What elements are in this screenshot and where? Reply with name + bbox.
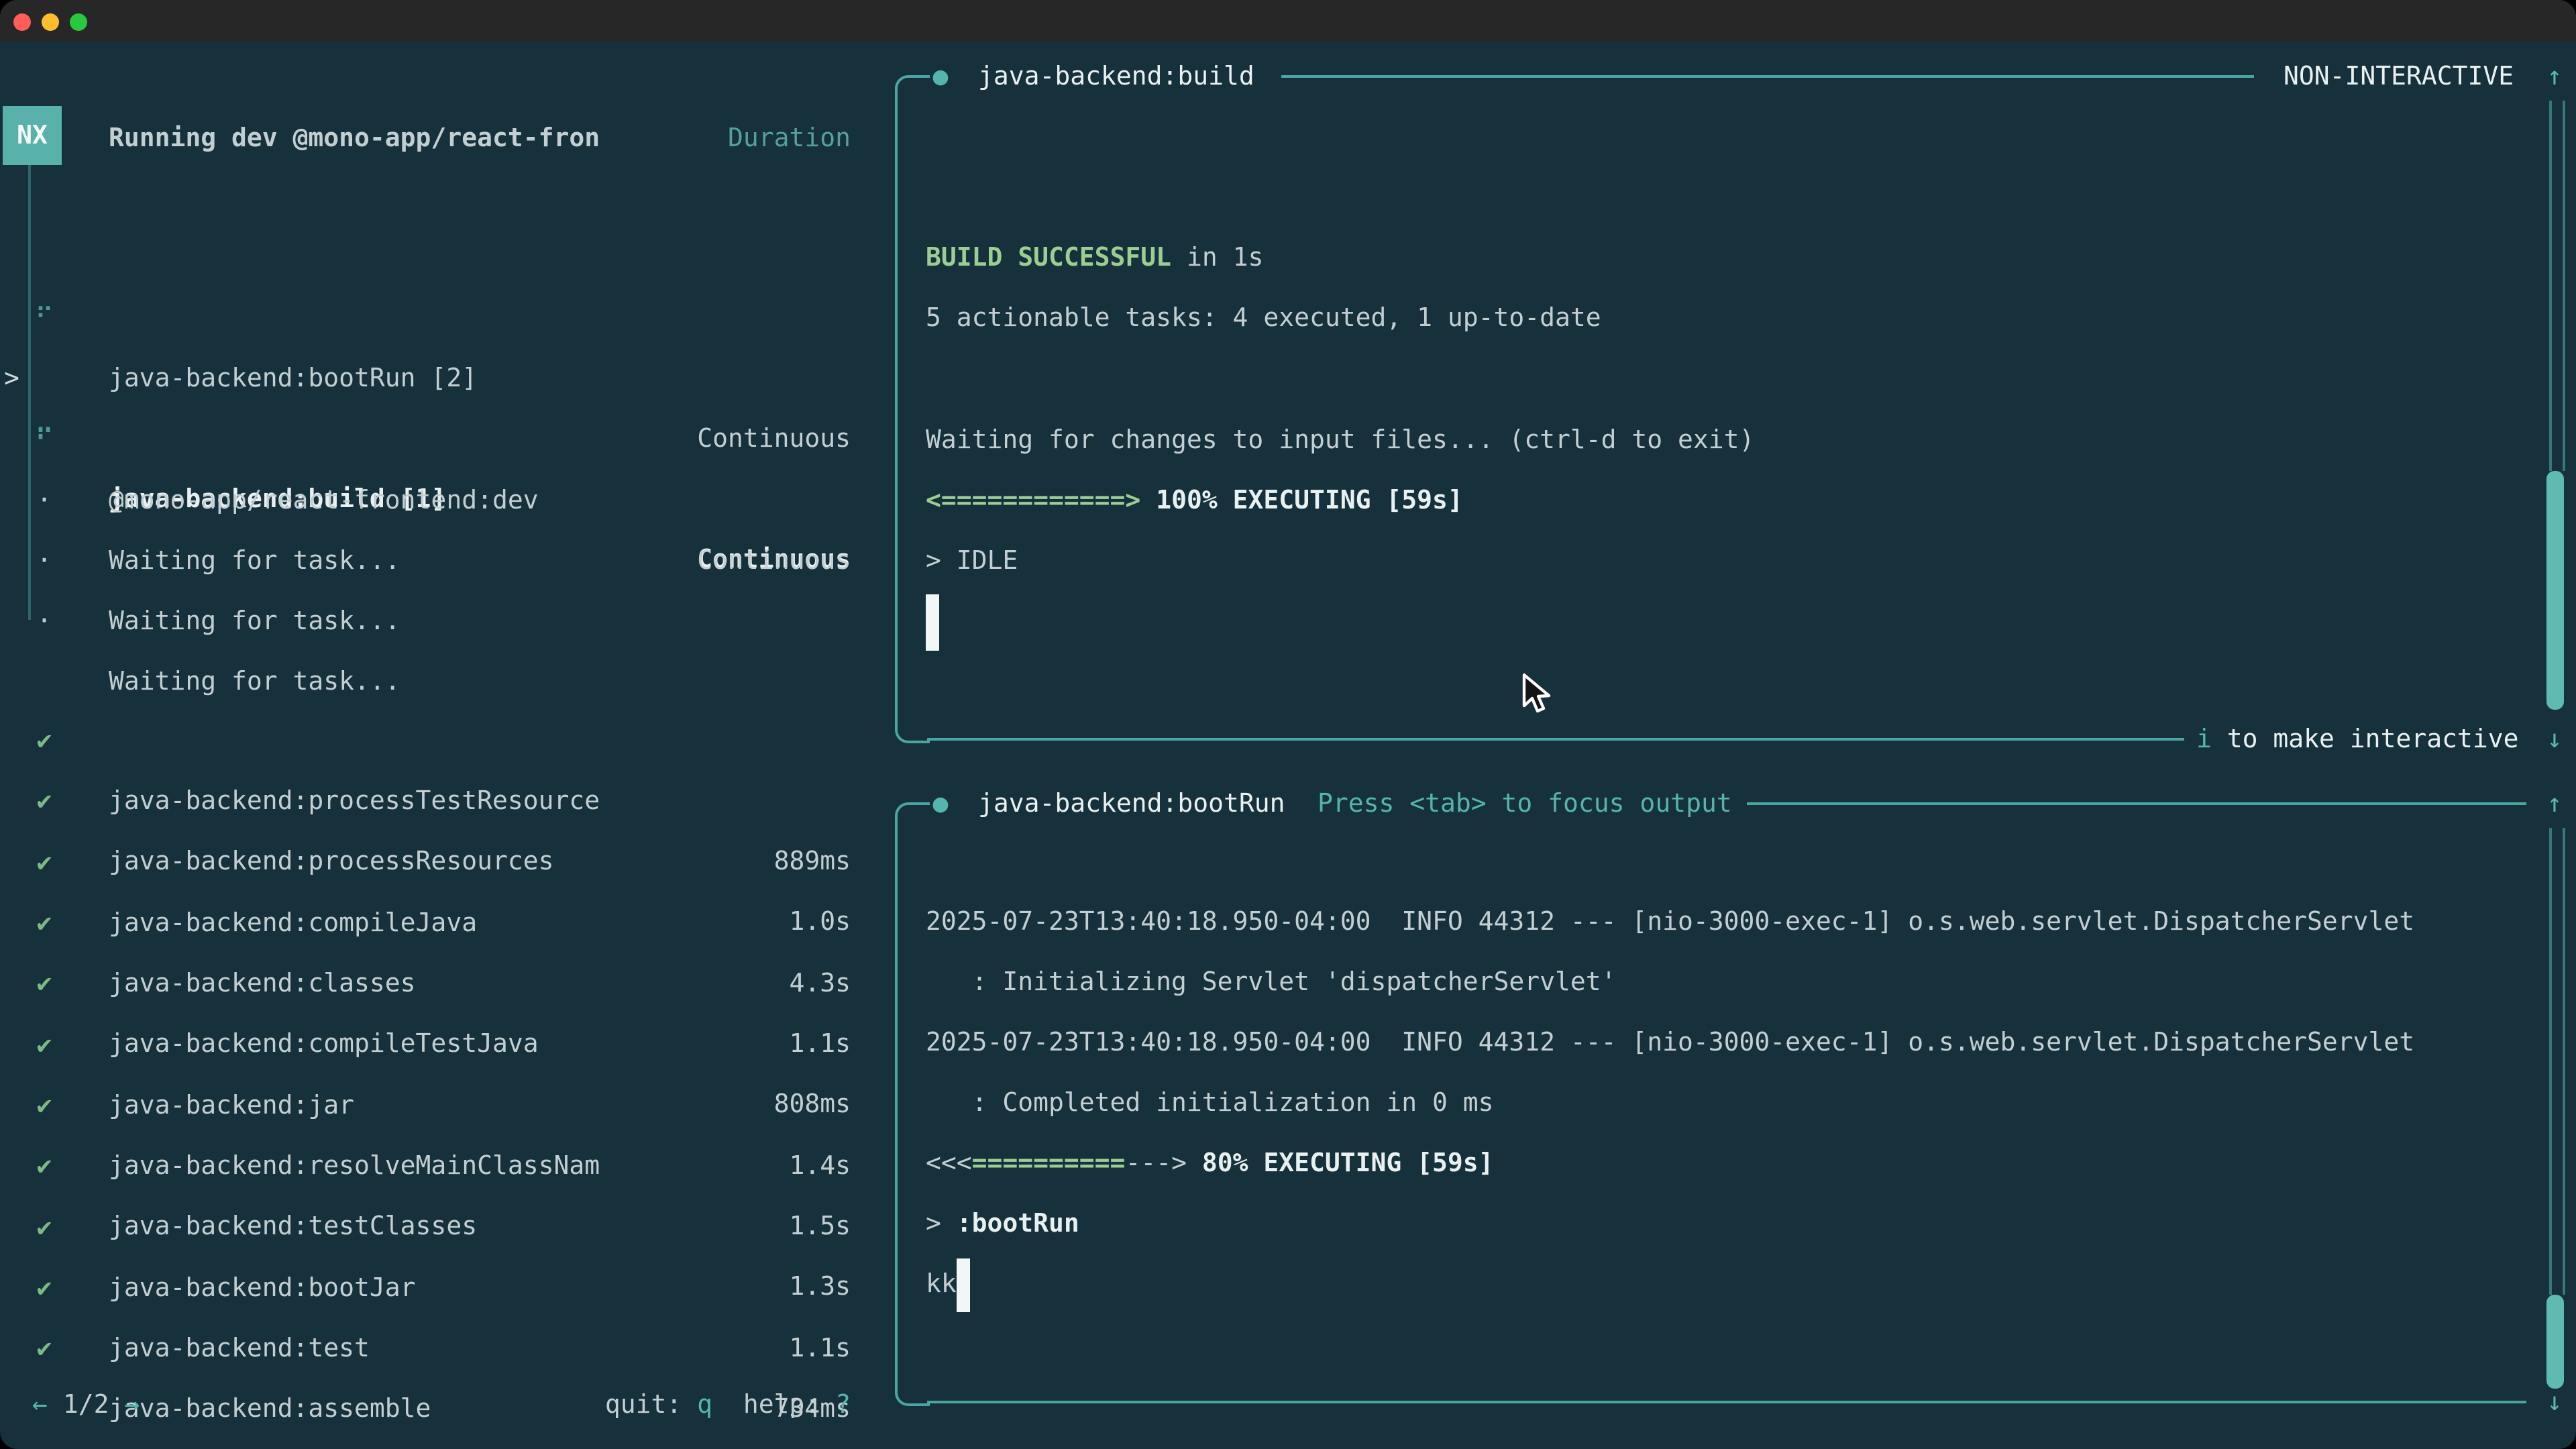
interactive-hint-key: i <box>2196 724 2212 754</box>
task-row-waiting: · Waiting for task... <box>0 411 885 471</box>
page-prev-icon[interactable]: ← <box>32 1390 48 1419</box>
task-row-completed[interactable]: ✔ java-backend:processResources 1.0s <box>0 711 885 771</box>
prompt-symbol: > <box>926 1209 957 1238</box>
task-label: java-backend:test <box>109 1319 370 1379</box>
task-label: Waiting for task... <box>109 592 400 652</box>
scrollbar-track[interactable] <box>2549 101 2565 471</box>
scrollbar-thumb[interactable] <box>2546 1295 2564 1389</box>
quit-hint-label: quit: <box>605 1390 697 1419</box>
build-panel-border-corner <box>895 75 930 110</box>
page-number: 1/2 <box>63 1390 109 1419</box>
build-successful-text: BUILD SUCCESSFUL <box>926 243 1171 272</box>
build-success-line: BUILD SUCCESSFUL in 1s <box>926 228 1263 288</box>
task-row-build-selected[interactable]: > ⠋ java-backend:build [1] Continuous <box>0 288 885 349</box>
gradle-progress-line: <<<==========---> 80% EXECUTING [59s] <box>926 1134 1494 1194</box>
log-line: 2025-07-23T13:40:18.950-04:00 INFO 44312… <box>926 1013 2414 1073</box>
task-row-completed[interactable]: ✔ java-backend:processTestResource 889ms <box>0 651 885 711</box>
scrollbar-track[interactable] <box>2549 828 2565 1295</box>
build-panel-border-top <box>1281 75 2254 78</box>
nx-tui-screen: NX Running dev @mono-app/react-fron Dura… <box>0 0 2576 1449</box>
bootrun-panel-border-top <box>1747 802 2526 805</box>
build-panel-border-left <box>895 105 898 711</box>
task-row-completed[interactable]: ✔ java-backend:test 734ms <box>0 1198 885 1258</box>
nx-logo: NX <box>3 106 62 165</box>
log-line: 2025-07-23T13:40:18.950-04:00 INFO 44312… <box>926 892 2414 953</box>
interactive-hint: i to make interactive <box>2196 710 2518 769</box>
task-dot-icon: ● <box>927 774 954 833</box>
pending-dot-icon: · <box>30 592 59 652</box>
build-panel-title: java-backend:build <box>978 47 1254 106</box>
task-row-completed[interactable]: ✔ java-backend:classes 1.1s <box>0 833 885 894</box>
progress-bar-80: ========== <box>972 1148 1126 1178</box>
bootrun-panel-border-corner <box>895 1371 930 1406</box>
interactive-hint-text: to make interactive <box>2212 724 2519 754</box>
gradle-progress-line: <============> 100% EXECUTING [59s] <box>926 471 1463 531</box>
bootrun-panel-border-bottom <box>927 1401 2526 1403</box>
task-label: java-backend:assemble <box>109 1379 431 1440</box>
check-icon: ✔ <box>30 1319 59 1379</box>
duration-column-header: Duration <box>510 109 851 168</box>
progress-prefix: <<< <box>926 1148 972 1178</box>
waiting-for-changes-line: Waiting for changes to input files... (c… <box>926 411 1754 471</box>
task-duration: 774ms <box>510 1440 851 1449</box>
terminal-cursor <box>957 1258 970 1311</box>
page-next-icon[interactable]: → <box>124 1390 140 1419</box>
help-hint-label: help: <box>712 1390 835 1419</box>
noninteractive-badge: NON-INTERACTIVE <box>2284 47 2514 106</box>
task-duration: 1.1s <box>510 1319 851 1379</box>
typed-text: kk <box>926 1269 957 1299</box>
task-row-bootrun[interactable]: ⠋ java-backend:bootRun [2] Continuous <box>0 228 885 288</box>
bootrun-panel-border-left <box>895 832 898 1374</box>
quit-key: q <box>697 1390 712 1419</box>
help-key: ? <box>835 1390 851 1419</box>
page-indicator <box>48 1390 63 1419</box>
tasks-summary-line: 5 actionable tasks: 4 executed, 1 up-to-… <box>926 288 1601 349</box>
idle-status-line: > IDLE <box>926 531 1018 592</box>
task-row-completed[interactable]: ✔ java-backend:resolveMainClassNam 1.5s <box>0 1016 885 1076</box>
build-panel-border-corner <box>895 708 930 743</box>
build-time-text: in 1s <box>1171 243 1263 272</box>
pagination[interactable]: ← 1/2 → <box>32 1375 140 1436</box>
bootrun-panel-border-corner <box>895 802 930 837</box>
focus-output-hint: Press <tab> to focus output <box>1318 774 1732 833</box>
minimize-button-icon[interactable] <box>42 13 59 31</box>
bootrun-task-line: > :bootRun <box>926 1194 1079 1254</box>
scroll-down-icon[interactable]: ↓ <box>2538 710 2571 769</box>
bootrun-panel-title: java-backend:bootRun <box>978 774 1285 833</box>
progress-label-80: 80% EXECUTING [59s] <box>1202 1148 1494 1178</box>
close-button-icon[interactable] <box>13 13 31 31</box>
task-row-completed[interactable]: ✔ java-backend:compileJava 4.3s <box>0 773 885 833</box>
task-row-completed[interactable]: ✔ java-backend:jar 1.4s <box>0 955 885 1016</box>
build-panel-border-bottom <box>927 738 2184 741</box>
task-row-frontend-dev[interactable]: ⠋ @mono-app/react-frontend:dev Continuou… <box>0 350 885 411</box>
task-row-waiting: · Waiting for task... <box>0 471 885 531</box>
log-line: : Initializing Servlet 'dispatcherServle… <box>926 953 1617 1013</box>
task-dot-icon: ● <box>927 47 954 106</box>
title-bar <box>0 0 2576 42</box>
bootrun-task-name: :bootRun <box>957 1209 1079 1238</box>
scrollbar-thumb[interactable] <box>2546 471 2564 710</box>
progress-bar-100: <============> <box>926 486 1156 515</box>
task-row-waiting: · Waiting for task... <box>0 531 885 592</box>
progress-label-100: 100% EXECUTING [59s] <box>1156 486 1463 515</box>
progress-trail: ---> <box>1125 1148 1201 1178</box>
task-row-completed[interactable]: ✔ java-backend:assemble 774ms <box>0 1258 885 1319</box>
keyboard-hints: quit: q help: ? <box>402 1375 851 1436</box>
task-row-completed[interactable]: ✔ java-backend:testClasses 1.3s <box>0 1076 885 1136</box>
log-line: : Completed initialization in 0 ms <box>926 1073 1494 1134</box>
maximize-button-icon[interactable] <box>70 13 87 31</box>
scroll-up-icon[interactable]: ↑ <box>2538 774 2571 833</box>
task-row-completed[interactable]: ✔ java-backend:bootJar 1.1s <box>0 1138 885 1198</box>
task-row-completed[interactable]: ✔ java-backend:compileTestJava 808ms <box>0 894 885 954</box>
terminal-window: NX Running dev @mono-app/react-fron Dura… <box>0 0 2576 1449</box>
mouse-cursor <box>1520 672 1555 724</box>
scroll-up-icon[interactable]: ↑ <box>2538 47 2571 106</box>
terminal-input-line[interactable]: kk <box>926 1254 970 1315</box>
terminal-cursor <box>926 594 939 651</box>
